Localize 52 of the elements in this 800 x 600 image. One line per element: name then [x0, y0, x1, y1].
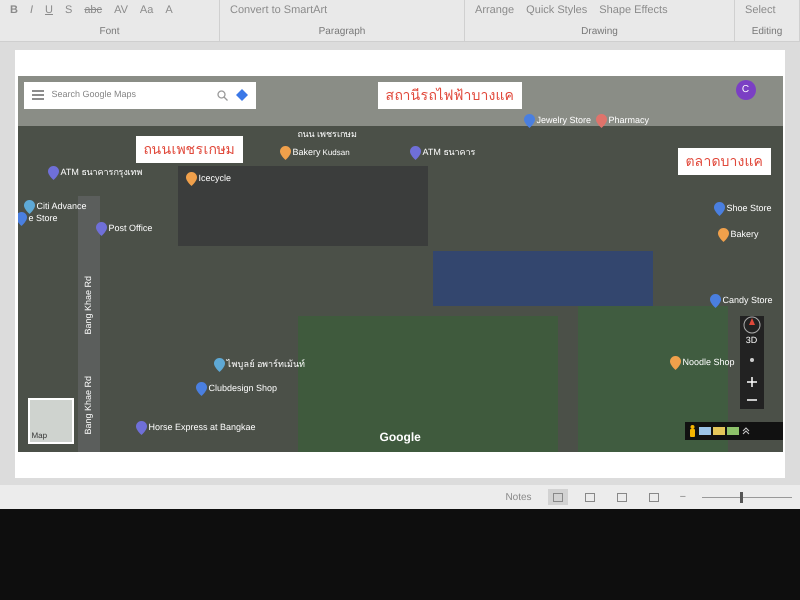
place-label[interactable]: Post Office [108, 222, 152, 236]
zoom-in-icon[interactable] [746, 377, 756, 387]
place-label[interactable]: Horse Express at Bangkae [148, 420, 256, 434]
tilt-button[interactable]: 3D [746, 334, 758, 347]
ribbon-group-label: Drawing [580, 25, 619, 39]
place-sublabel: Kudsan [322, 146, 350, 158]
place-label[interactable]: ไพบูลย์ อพาร์ทเม้นท์ [226, 358, 306, 372]
map-pin-icon[interactable] [280, 146, 290, 160]
place-label[interactable]: Pharmacy [608, 114, 650, 128]
place-label[interactable]: Bakery [292, 146, 321, 160]
slide-view-icon [648, 492, 659, 502]
place-label[interactable]: Noodle Shop [682, 356, 735, 370]
place-label[interactable]: Clubdesign Shop [208, 382, 278, 396]
road-label: Bang Khae Rd [82, 276, 94, 334]
place-label[interactable]: Citi Advance [36, 200, 87, 214]
place-label[interactable]: ATM ธนาคารกรุงเทพ [60, 166, 142, 180]
map-layer-thumbnail[interactable]: Map [28, 398, 74, 444]
expand-icon[interactable] [742, 426, 750, 434]
road-label: ถนน เพชรเกษม [298, 128, 358, 140]
callout-label: ถนนเพชรเกษม [136, 136, 242, 162]
map-pin-icon[interactable] [186, 172, 196, 186]
compass-icon[interactable] [742, 316, 760, 334]
road-label: Bang Khae Rd [82, 376, 94, 434]
slide-view-icon [616, 492, 627, 502]
map-pin-icon[interactable] [718, 228, 728, 242]
callout-label: ตลาดบางแค [678, 148, 770, 174]
place-label[interactable]: Shoe Store [726, 202, 772, 216]
place-label[interactable]: ATM ธนาคาร [422, 146, 476, 160]
map-pin-icon[interactable] [18, 212, 26, 226]
ribbon-group-label: Paragraph [318, 25, 366, 39]
place-label[interactable]: Jewelry Store [536, 114, 592, 128]
view-button[interactable] [548, 489, 568, 505]
zoom-slider-thumb[interactable] [740, 492, 743, 502]
place-label[interactable]: e Store [28, 212, 58, 226]
search-field[interactable]: Search Google Maps [24, 82, 256, 108]
search-input[interactable]: Search Google Maps [52, 88, 208, 102]
search-icon[interactable] [216, 90, 228, 100]
place-label[interactable]: Candy Store [722, 294, 773, 308]
map-pin-icon[interactable] [670, 356, 680, 370]
zoom-slider[interactable] [702, 492, 792, 502]
imagery-thumbnails-icon[interactable] [698, 426, 738, 434]
google-logo: Google [380, 428, 421, 446]
pegman-icon[interactable] [688, 424, 696, 436]
callout-label: สถานีรถไฟฟ้าบางแค [378, 82, 522, 108]
ribbon-group-label: Font [98, 25, 120, 39]
directions-icon[interactable] [236, 89, 248, 101]
ribbon-group-label: Editing [750, 25, 784, 39]
slide-view-icon [584, 492, 595, 502]
menu-icon[interactable] [32, 90, 44, 100]
place-label[interactable]: Icecycle [198, 172, 232, 186]
slide-view-icon [552, 492, 563, 502]
place-label[interactable]: Bakery [730, 228, 759, 242]
